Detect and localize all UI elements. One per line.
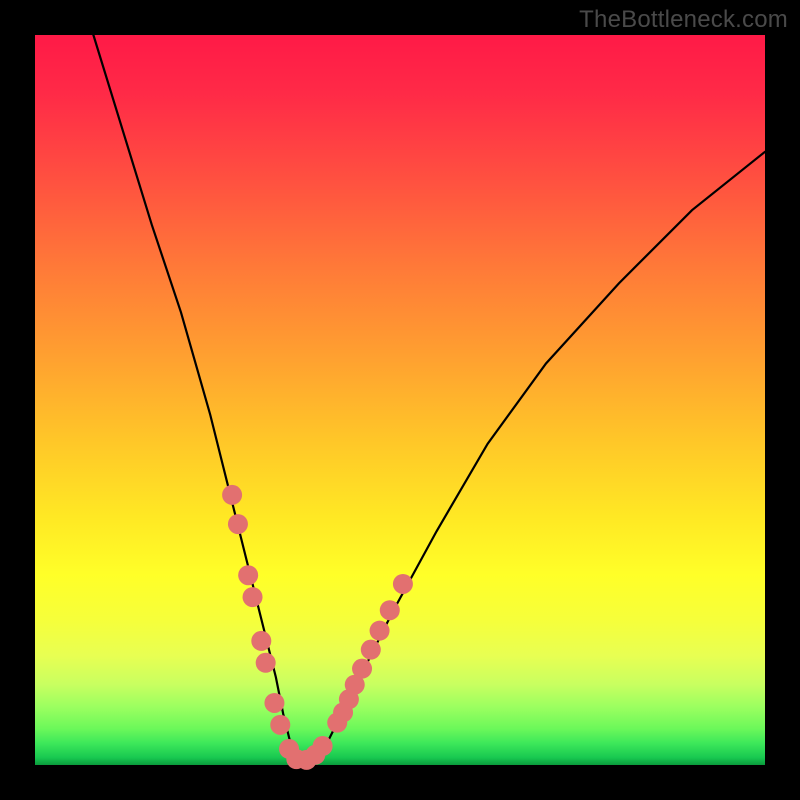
chart-frame: TheBottleneck.com: [0, 0, 800, 800]
highlight-dot: [228, 514, 248, 534]
highlight-dot: [393, 574, 413, 594]
highlight-dot: [361, 640, 381, 660]
highlight-dot: [313, 736, 333, 756]
highlight-dot: [370, 621, 390, 641]
highlight-dot: [352, 659, 372, 679]
highlight-dots: [222, 485, 413, 770]
plot-area: [35, 35, 765, 765]
highlight-dot: [264, 693, 284, 713]
curve-line: [93, 35, 765, 761]
highlight-dot: [243, 587, 263, 607]
bottleneck-curve-svg: [35, 35, 765, 765]
highlight-dot: [251, 631, 271, 651]
highlight-dot: [238, 565, 258, 585]
highlight-dot: [270, 715, 290, 735]
highlight-dot: [380, 600, 400, 620]
watermark-label: TheBottleneck.com: [579, 6, 788, 34]
highlight-dot: [222, 485, 242, 505]
highlight-dot: [256, 653, 276, 673]
